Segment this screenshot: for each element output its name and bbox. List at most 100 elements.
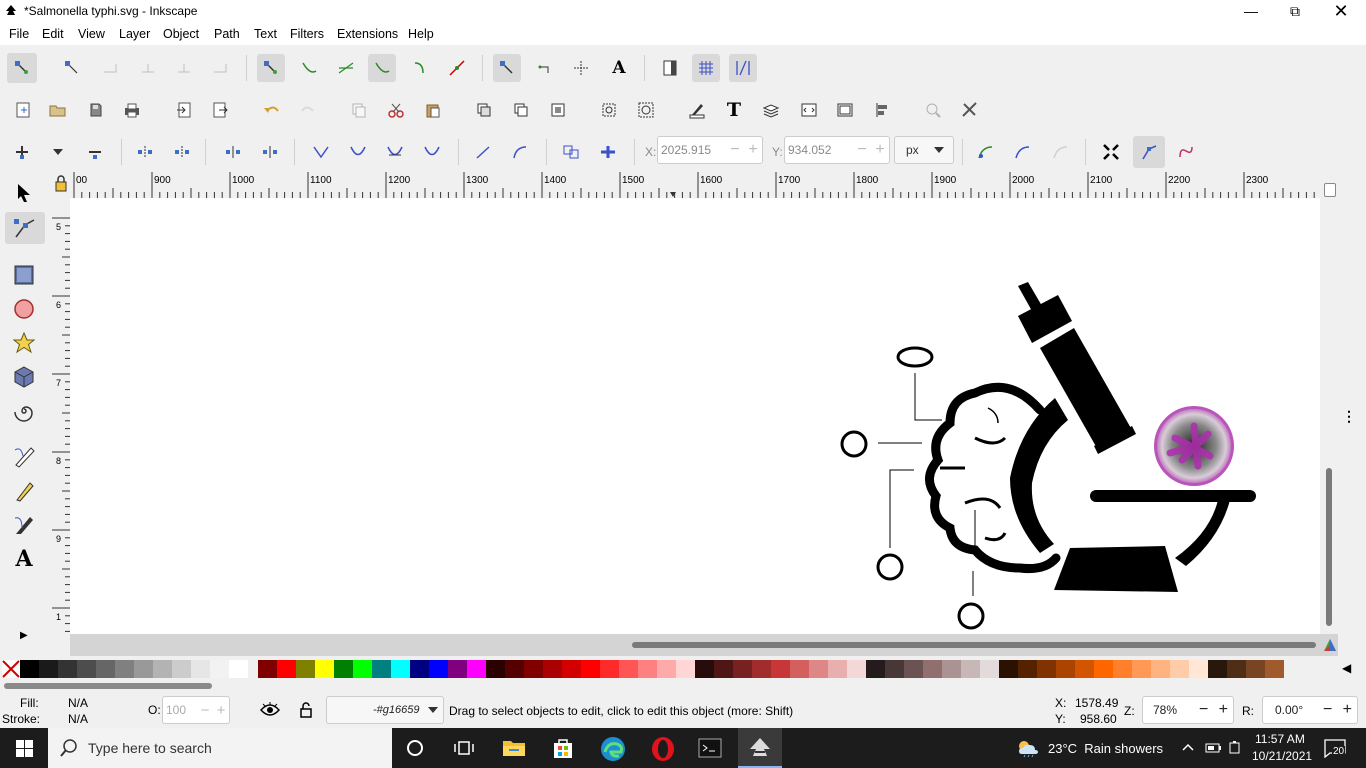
color-swatch[interactable]: [1132, 660, 1151, 678]
color-swatch[interactable]: [695, 660, 714, 678]
preferences-tools-icon[interactable]: [955, 96, 983, 124]
color-swatch[interactable]: [229, 660, 248, 678]
node-symmetric-icon[interactable]: [381, 138, 409, 166]
menu-view[interactable]: View: [78, 27, 105, 41]
object-to-path-icon[interactable]: [557, 138, 585, 166]
color-swatch[interactable]: [277, 660, 296, 678]
color-swatch[interactable]: [543, 660, 562, 678]
x-decrement-button[interactable]: −: [726, 141, 744, 159]
snap-bbox-edge-icon[interactable]: [96, 54, 124, 82]
bezier-pen-tool-icon[interactable]: [9, 442, 39, 472]
layer-select[interactable]: -#g16659: [326, 696, 444, 724]
color-swatch[interactable]: [39, 660, 58, 678]
x-increment-button[interactable]: +: [744, 141, 762, 159]
color-swatch[interactable]: [1189, 660, 1208, 678]
rotate-field[interactable]: 0.00° − +: [1262, 696, 1358, 724]
opacity-increment-button[interactable]: +: [213, 702, 229, 719]
print-icon[interactable]: [118, 96, 146, 124]
join-segment-icon[interactable]: [219, 138, 247, 166]
insert-node-icon[interactable]: [8, 138, 36, 166]
selector-tool-icon[interactable]: [9, 178, 39, 208]
color-swatch[interactable]: [258, 660, 277, 678]
menu-layer[interactable]: Layer: [119, 27, 150, 41]
spiral-tool-icon[interactable]: [9, 396, 39, 426]
opacity-decrement-button[interactable]: −: [197, 702, 213, 719]
color-swatch[interactable]: [391, 660, 410, 678]
color-swatch[interactable]: [771, 660, 790, 678]
menu-edit[interactable]: Edit: [42, 27, 64, 41]
star-tool-icon[interactable]: [9, 328, 39, 358]
color-swatch[interactable]: [1208, 660, 1227, 678]
snap-toggle-icon[interactable]: [7, 53, 37, 83]
rectangle-tool-icon[interactable]: [9, 260, 39, 290]
snap-object-midpoint-icon[interactable]: [530, 54, 558, 82]
restore-button[interactable]: ⧉: [1272, 0, 1318, 23]
snap-page-border-icon[interactable]: [656, 54, 684, 82]
color-swatch[interactable]: [191, 660, 210, 678]
color-swatch[interactable]: [676, 660, 695, 678]
clock-time[interactable]: 11:57 AM: [1255, 732, 1305, 746]
color-swatch[interactable]: [58, 660, 77, 678]
battery-network-icon[interactable]: [1204, 740, 1222, 756]
color-swatch[interactable]: [942, 660, 961, 678]
show-path-outline-icon[interactable]: [1172, 138, 1200, 166]
menu-text[interactable]: Text: [254, 27, 277, 41]
color-swatch[interactable]: [172, 660, 191, 678]
color-swatch[interactable]: [467, 660, 486, 678]
show-handles-icon[interactable]: [1133, 136, 1165, 168]
zoom-in-button[interactable]: +: [1213, 701, 1233, 719]
lock-layer-icon[interactable]: [298, 702, 314, 718]
color-swatch[interactable]: [372, 660, 391, 678]
color-swatch[interactable]: [999, 660, 1018, 678]
snap-nodes-icon[interactable]: [257, 54, 285, 82]
document-properties-icon[interactable]: [831, 96, 859, 124]
illustration[interactable]: [70, 198, 1320, 634]
menu-path[interactable]: Path: [214, 27, 240, 41]
bacteria-specimen-drawing[interactable]: [1154, 406, 1234, 486]
insert-node-dropdown-icon[interactable]: [44, 138, 72, 166]
3d-box-tool-icon[interactable]: [9, 362, 39, 392]
minimize-button[interactable]: —: [1228, 0, 1274, 23]
inkscape-taskbar-button[interactable]: [738, 728, 782, 768]
color-swatch[interactable]: [1018, 660, 1037, 678]
segment-curve-icon[interactable]: [506, 138, 534, 166]
show-mask-icon[interactable]: [1047, 138, 1075, 166]
color-manage-icon[interactable]: [1322, 637, 1338, 653]
opera-browser-icon[interactable]: [650, 736, 676, 762]
text-font-icon[interactable]: T: [720, 96, 748, 124]
menu-object[interactable]: Object: [163, 27, 199, 41]
unlink-clone-icon[interactable]: [544, 96, 572, 124]
color-swatch[interactable]: [562, 660, 581, 678]
weather-rain-icon[interactable]: [1016, 738, 1040, 758]
color-swatch[interactable]: [904, 660, 923, 678]
node-auto-smooth-icon[interactable]: [418, 138, 446, 166]
node-tool-icon[interactable]: [5, 212, 45, 244]
color-swatch[interactable]: [153, 660, 172, 678]
horizontal-scroll-thumb[interactable]: [632, 642, 1316, 648]
windows-start-icon[interactable]: [16, 740, 33, 757]
align-distribute-icon[interactable]: [868, 96, 896, 124]
dock-handle-icon[interactable]: ⋮: [1342, 408, 1356, 425]
color-swatch[interactable]: [885, 660, 904, 678]
open-document-icon[interactable]: [44, 96, 72, 124]
color-swatch[interactable]: [134, 660, 153, 678]
file-explorer-icon[interactable]: [502, 738, 526, 758]
toolbox-more-icon[interactable]: ▶: [20, 630, 28, 641]
color-swatch[interactable]: [334, 660, 353, 678]
node-cusp-icon[interactable]: [307, 138, 335, 166]
color-swatch[interactable]: [77, 660, 96, 678]
segment-line-icon[interactable]: [469, 138, 497, 166]
color-swatch[interactable]: [809, 660, 828, 678]
xml-editor-icon[interactable]: [795, 96, 823, 124]
color-swatch[interactable]: [315, 660, 334, 678]
color-swatch[interactable]: [1113, 660, 1132, 678]
stroke-value[interactable]: N/A: [68, 712, 88, 726]
color-swatch[interactable]: [923, 660, 942, 678]
color-swatch[interactable]: [1151, 660, 1170, 678]
show-clipping-path-icon[interactable]: [1009, 138, 1037, 166]
eye-visibility-icon[interactable]: [260, 702, 280, 718]
rotate-decrement-button[interactable]: −: [1318, 701, 1338, 719]
terminal-icon[interactable]: [698, 737, 722, 759]
unit-select[interactable]: px: [894, 136, 954, 164]
zoom-field[interactable]: 78% − +: [1142, 696, 1234, 724]
